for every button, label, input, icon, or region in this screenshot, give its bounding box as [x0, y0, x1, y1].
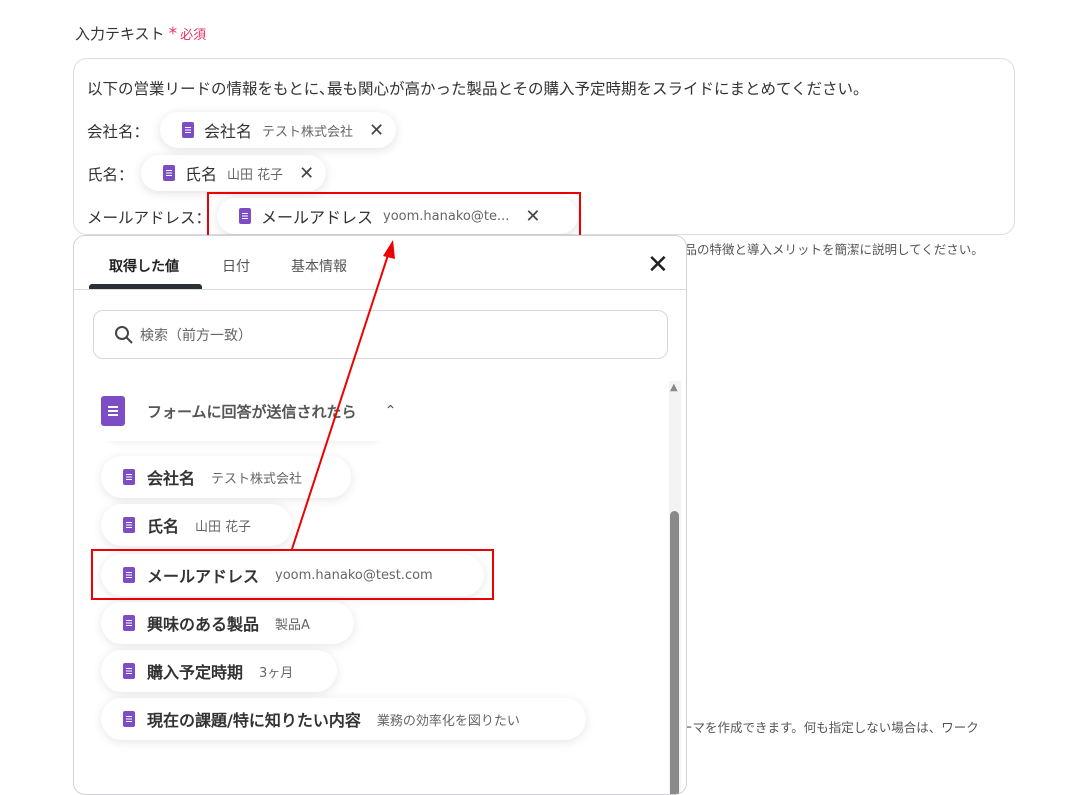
- tab-basic-info[interactable]: 基本情報: [291, 256, 347, 276]
- item-name: 氏名: [147, 517, 180, 536]
- label-text: 入力テキスト: [75, 25, 165, 43]
- list-item[interactable]: 興味のある製品 製品A: [101, 602, 354, 644]
- variable-picker-panel: 取得した値 日付 基本情報 ✕ 検索（前方一致） フォームに回答が送信されたら ⌃…: [73, 235, 687, 795]
- group-header[interactable]: フォームに回答が送信されたら ⌃: [101, 396, 396, 426]
- hint-text: 製品の特徴と導入メリットを簡潔に説明してください。: [672, 242, 984, 257]
- item-name: 購入予定時期: [147, 663, 244, 682]
- form-icon: [123, 711, 135, 727]
- variable-chip[interactable]: 会社名 テスト株式会社 ✕: [160, 112, 397, 148]
- group-title: フォームに回答が送信されたら: [147, 402, 357, 421]
- close-icon[interactable]: ✕: [647, 250, 669, 280]
- remove-icon[interactable]: ✕: [299, 163, 314, 184]
- scrollbar-thumb[interactable]: [670, 511, 679, 794]
- form-icon: [182, 122, 194, 138]
- item-value: 山田 花子: [195, 519, 252, 535]
- list-item[interactable]: 氏名 山田 花子: [101, 504, 292, 546]
- tab-date[interactable]: 日付: [222, 256, 250, 276]
- form-icon: [123, 469, 135, 485]
- tab-acquired-values[interactable]: 取得した値: [109, 256, 179, 276]
- row-prefix: 氏名：: [87, 166, 134, 184]
- list-item[interactable]: 会社名 テスト株式会社: [101, 456, 351, 498]
- chip-value: テスト株式会社: [262, 124, 354, 140]
- hint-text: ーマを作成できます。何も指定しない場合は、ワーク: [680, 720, 979, 735]
- search-input[interactable]: 検索（前方一致）: [93, 310, 668, 359]
- asterisk: *: [168, 24, 178, 44]
- item-name: 現在の課題/特に知りたい内容: [147, 711, 361, 730]
- highlight-box: [207, 192, 581, 240]
- form-icon: [123, 663, 135, 679]
- form-icon: [123, 517, 135, 533]
- scroll-up-icon[interactable]: ▲: [670, 382, 678, 393]
- form-icon: [101, 396, 125, 426]
- item-value: 3ヶ月: [259, 665, 294, 681]
- form-icon: [163, 165, 175, 181]
- row-prefix: メールアドレス：: [87, 209, 212, 227]
- chevron-up-icon[interactable]: ⌃: [385, 403, 397, 419]
- divider: [74, 289, 686, 290]
- remove-icon[interactable]: ✕: [369, 120, 384, 141]
- chip-name: 会社名: [204, 122, 253, 141]
- variable-chip[interactable]: 氏名 山田 花子 ✕: [141, 155, 327, 191]
- form-icon: [123, 615, 135, 631]
- chip-value: 山田 花子: [227, 167, 284, 183]
- chip-name: 氏名: [185, 165, 218, 184]
- list-item[interactable]: 購入予定時期 3ヶ月: [101, 650, 337, 692]
- item-name: 会社名: [147, 469, 196, 488]
- search-icon: [115, 325, 133, 344]
- item-value: 製品A: [275, 617, 310, 633]
- required-text: 必須: [180, 28, 207, 43]
- item-value: 業務の効率化を図りたい: [376, 713, 520, 729]
- field-label: 入力テキスト * 必須: [75, 23, 206, 44]
- search-placeholder: 検索（前方一致）: [140, 327, 252, 344]
- required-badge: * 必須: [169, 24, 207, 44]
- row-prefix: 会社名：: [87, 123, 150, 141]
- highlight-box: [91, 549, 494, 600]
- item-name: 興味のある製品: [147, 615, 260, 634]
- item-value: テスト株式会社: [211, 471, 303, 487]
- list-item[interactable]: 現在の課題/特に知りたい内容 業務の効率化を図りたい: [101, 698, 586, 740]
- prompt-line: 以下の営業リードの情報をもとに､最も関心が高かった製品とその購入予定時期をスライ…: [87, 80, 869, 98]
